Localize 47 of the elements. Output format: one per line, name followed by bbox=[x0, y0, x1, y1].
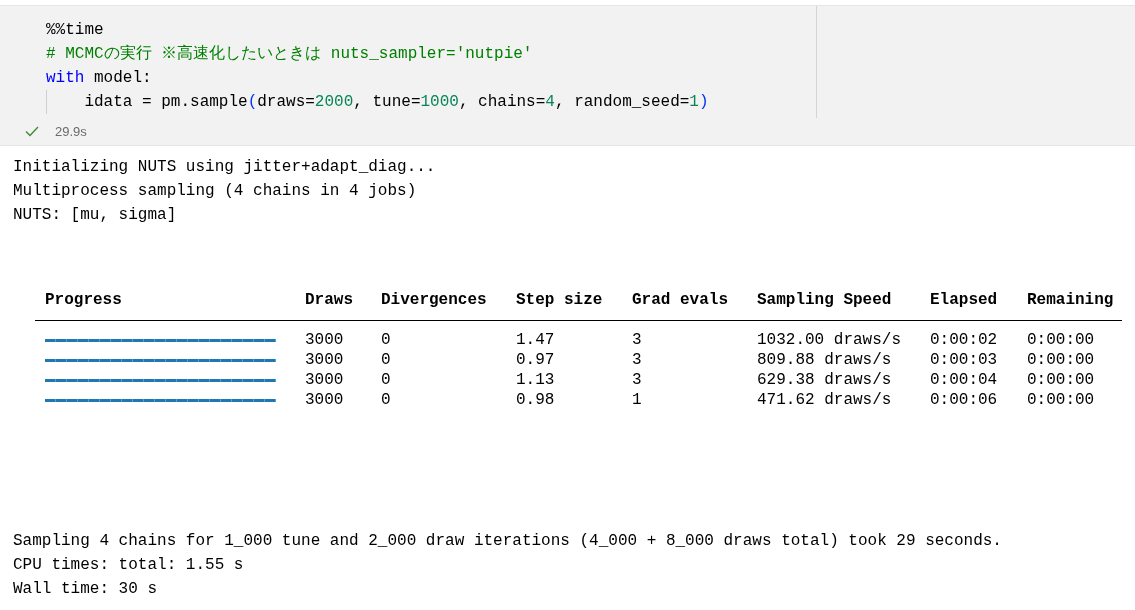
table-cell: 3 bbox=[632, 331, 642, 349]
column-header: Remaining bbox=[1027, 291, 1114, 309]
table-cell: 3000 bbox=[305, 331, 344, 349]
table-cell: 629.38 draws/s bbox=[757, 371, 892, 389]
table-cell: 1.13 bbox=[516, 371, 555, 389]
code-line: # MCMCの実行 ※高速化したいときは nuts_sampler='nutpie' bbox=[46, 43, 533, 65]
table-cell: 0:00:00 bbox=[1027, 371, 1095, 389]
column-header: Draws bbox=[305, 291, 353, 309]
table-cell: 0:00:00 bbox=[1027, 391, 1095, 409]
column-header: Divergences bbox=[381, 291, 487, 309]
table-cell: 3 bbox=[632, 371, 642, 389]
code-line: with model: bbox=[46, 68, 152, 89]
column-header: Step size bbox=[516, 291, 603, 309]
table-cell: 1032.00 draws/s bbox=[757, 331, 902, 349]
table-cell: 0 bbox=[381, 371, 391, 389]
table-cell: 0 bbox=[381, 391, 391, 409]
table-cell: 3 bbox=[632, 351, 642, 369]
output-line: Sampling 4 chains for 1_000 tune and 2_000 draw iterations (4_000 + 8_000 draws total) took 29 seconds. bbox=[13, 531, 1002, 552]
table-cell: 3000 bbox=[305, 351, 344, 369]
column-header: Sampling Speed bbox=[757, 291, 892, 309]
table-cell: 0:00:00 bbox=[1027, 351, 1095, 369]
table-cell: 0.97 bbox=[516, 351, 555, 369]
column-header: Elapsed bbox=[930, 291, 998, 309]
table-cell: 1.47 bbox=[516, 331, 555, 349]
table-cell: 0:00:06 bbox=[930, 391, 998, 409]
table-cell: 0:00:04 bbox=[930, 371, 998, 389]
output-line: Multiprocess sampling (4 chains in 4 jobs) bbox=[13, 181, 417, 202]
table-cell: 0 bbox=[381, 331, 391, 349]
table-cell: 0 bbox=[381, 351, 391, 369]
table-cell: 3000 bbox=[305, 391, 344, 409]
table-cell: 471.62 draws/s bbox=[757, 391, 892, 409]
output-line: NUTS: [mu, sigma] bbox=[13, 205, 177, 226]
table-cell: 809.88 draws/s bbox=[757, 351, 892, 369]
output-line: Initializing NUTS using jitter+adapt_diag... bbox=[13, 157, 436, 178]
table-cell: 0:00:00 bbox=[1027, 331, 1095, 349]
table-cell: 0:00:02 bbox=[930, 331, 998, 349]
code-line: %%time bbox=[46, 20, 104, 41]
table-cell: 0:00:03 bbox=[930, 351, 998, 369]
column-header: Grad evals bbox=[632, 291, 728, 309]
table-cell: 3000 bbox=[305, 371, 344, 389]
output-line: Wall time: 30 s bbox=[13, 579, 158, 600]
table-cell: 1 bbox=[632, 391, 642, 409]
column-header: Progress bbox=[45, 291, 122, 309]
table-cell: 0.98 bbox=[516, 391, 555, 409]
code-line: idata = pm.sample(draws=2000, tune=1000, chains=4, random_seed=1) bbox=[46, 90, 709, 114]
output-line: CPU times: total: 1.55 s bbox=[13, 555, 244, 576]
duration-text: 29.9s bbox=[55, 122, 87, 141]
